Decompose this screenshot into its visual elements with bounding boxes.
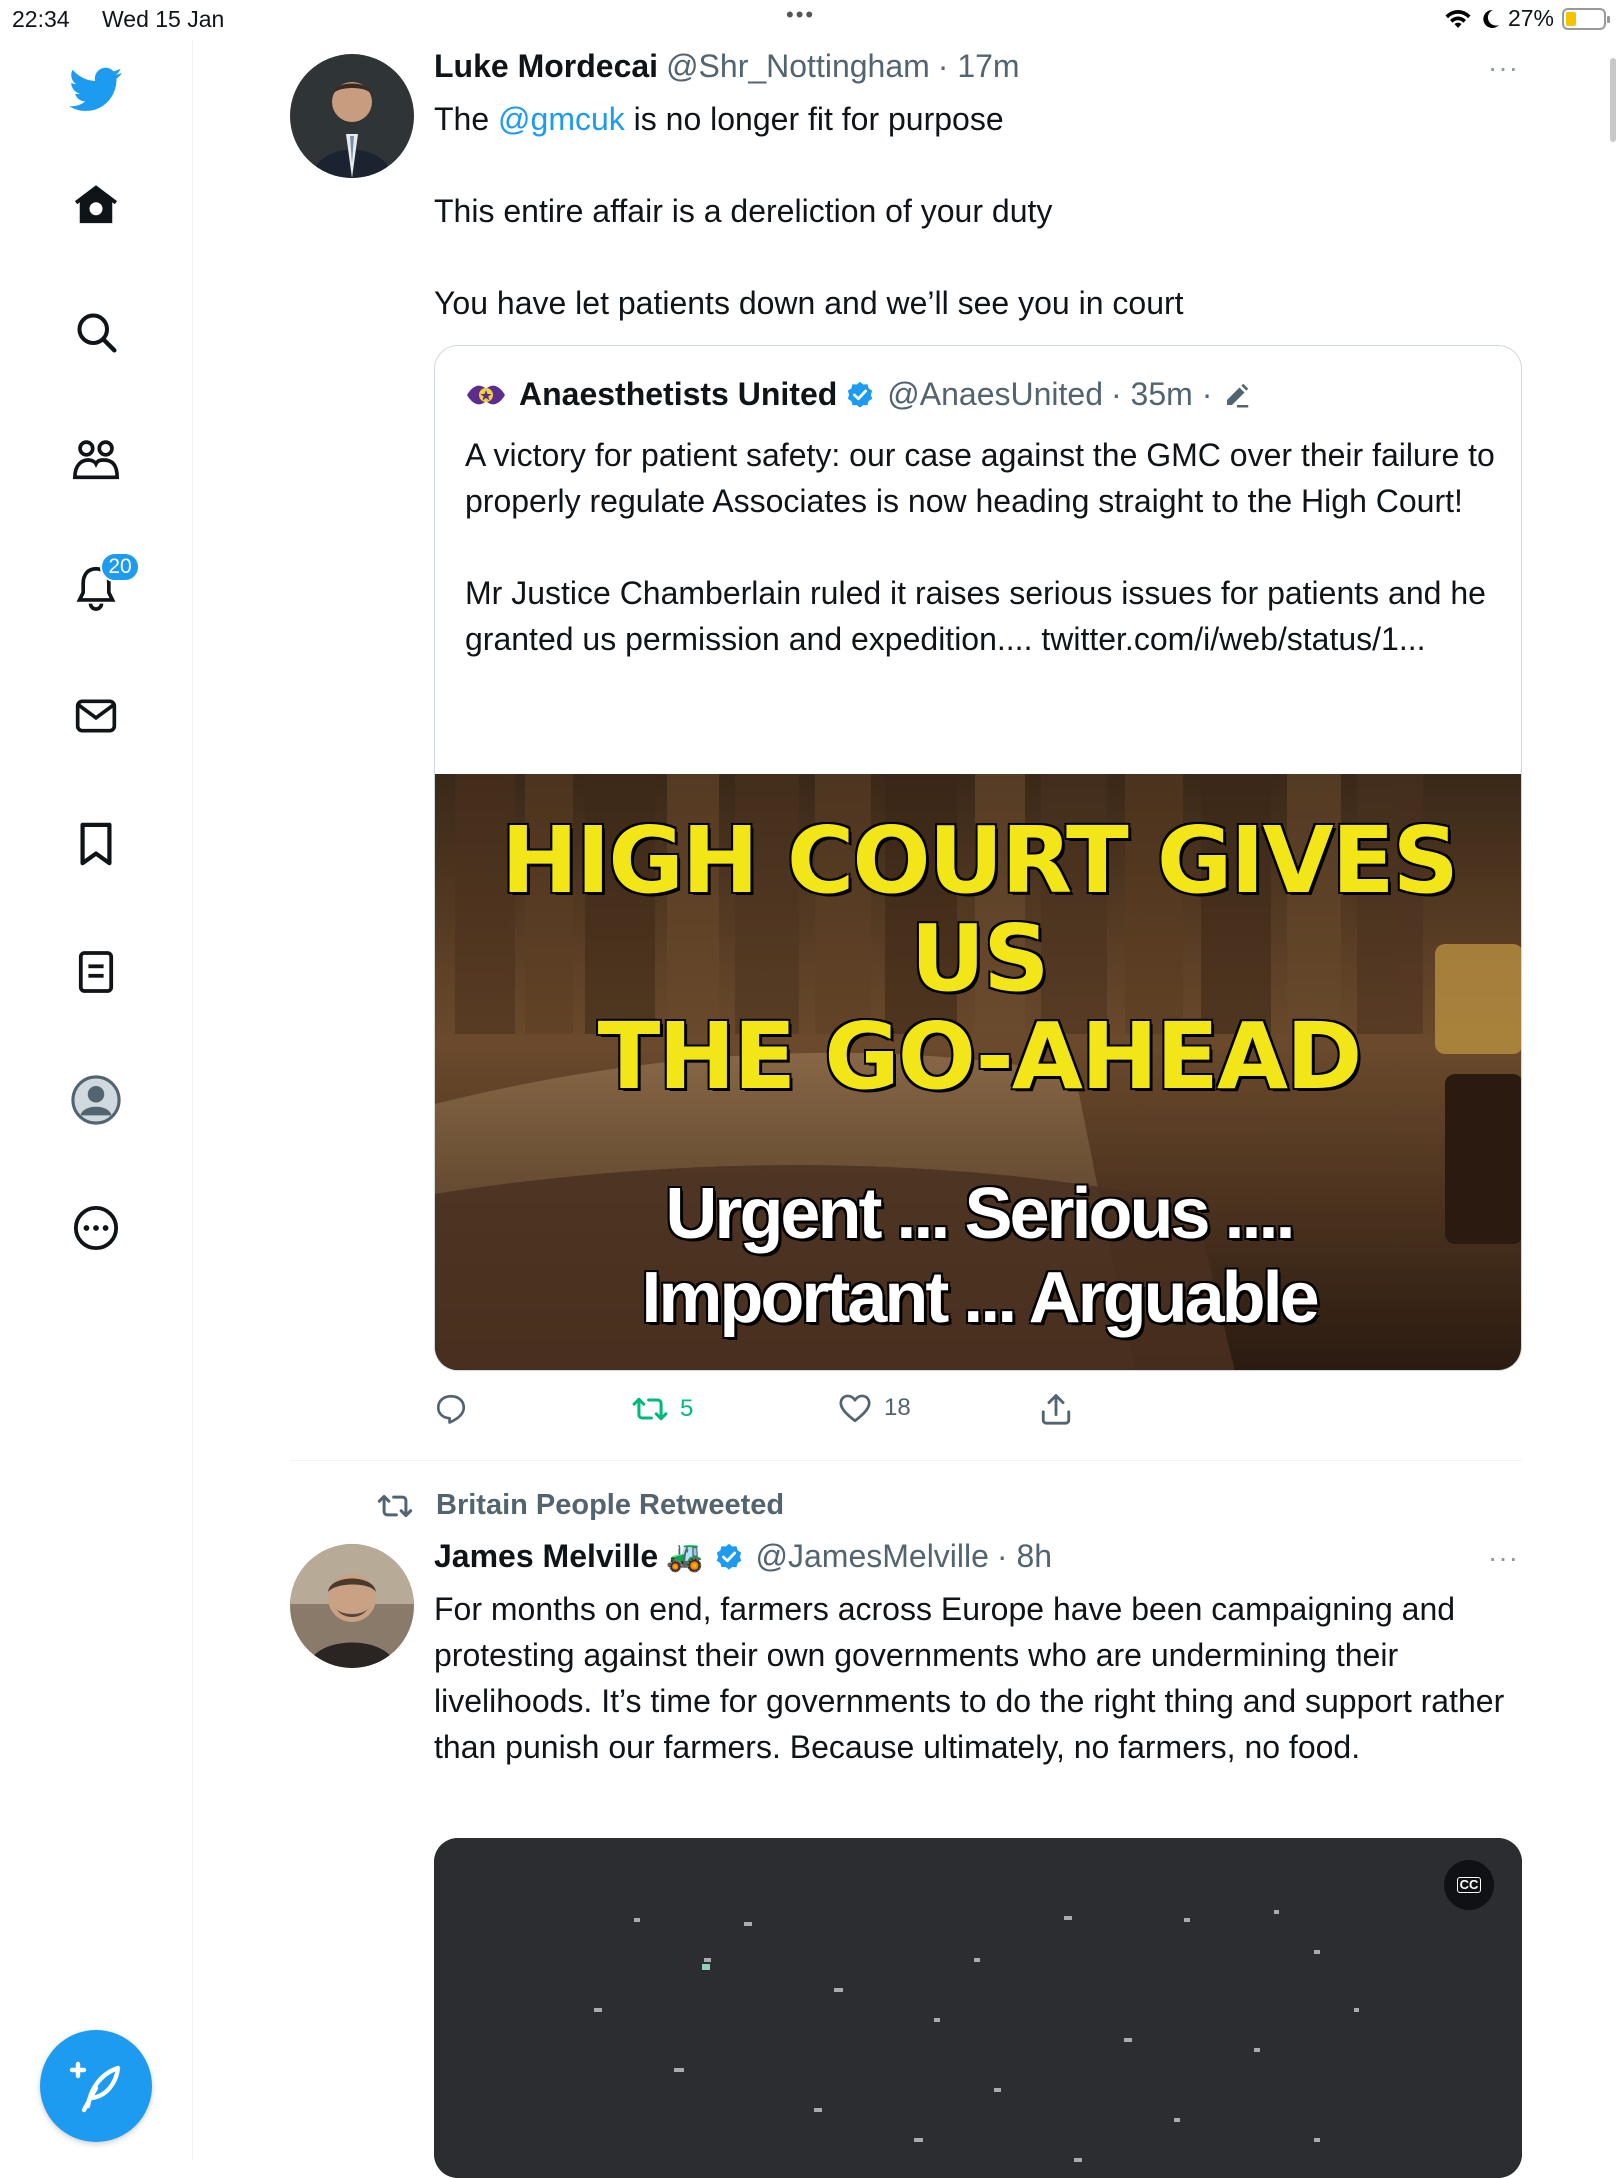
notifications-icon[interactable]: 20: [60, 552, 140, 624]
tweet1-author-name[interactable]: Luke Mordecai: [434, 48, 658, 85]
like-count: 18: [884, 1394, 911, 1421]
quote-avatar-icon[interactable]: [465, 377, 507, 413]
retweeted-by-text[interactable]: Britain People Retweeted: [436, 1489, 784, 1522]
tweet1-line3: You have let patients down and we’ll see…: [434, 285, 1184, 321]
tweet1-text-prefix: The: [434, 101, 499, 137]
lists-icon[interactable]: [60, 936, 132, 1008]
retweet-icon: [632, 1397, 668, 1421]
image-headline-line2: THE GO-AHEAD: [597, 1003, 1363, 1110]
tweet2-text: For months on end, farmers across Europe…: [434, 1591, 1505, 1765]
mention-gmcuk-link[interactable]: @gmcuk: [498, 101, 625, 137]
tweet1-author-handle[interactable]: @Shr_Nottingham: [666, 48, 930, 85]
quote-time[interactable]: · 35m ·: [1111, 376, 1212, 413]
tweet2-author-name[interactable]: James Melville: [434, 1538, 658, 1575]
profile-icon[interactable]: [60, 1064, 132, 1136]
quote-image[interactable]: HIGH COURT GIVES US THE GO-AHEAD Urgent …: [435, 774, 1521, 1370]
bookmarks-icon[interactable]: [60, 808, 132, 880]
avatar-james-melville[interactable]: [290, 1544, 414, 1668]
quote-para2: Mr Justice Chamberlain ruled it raises s…: [465, 575, 1486, 657]
tweet1-text: The @gmcuk is no longer fit for purpose …: [434, 96, 1524, 326]
status-date: Wed 15 Jan: [102, 6, 225, 32]
tweet2-time[interactable]: · 8h: [997, 1538, 1052, 1575]
status-time: 22:34: [12, 6, 70, 32]
heart-icon: [839, 1394, 871, 1423]
multitasking-dots[interactable]: •••: [786, 2, 815, 28]
tweet1-text-suffix: is no longer fit for purpose: [624, 101, 1004, 137]
quoted-tweet[interactable]: Anaesthetists United @AnaesUnited · 35m …: [434, 345, 1522, 1371]
tweet2-header: James Melville 🚜 @JamesMelville · 8h: [434, 1538, 1052, 1575]
search-icon[interactable]: [60, 296, 132, 368]
retweeted-by-line: Britain People Retweeted: [374, 1489, 784, 1522]
more-icon[interactable]: [60, 1192, 132, 1264]
retweet-count: 5: [680, 1395, 694, 1422]
quote-author-name[interactable]: Anaesthetists United: [519, 376, 837, 413]
image-headline-line1: HIGH COURT GIVES US: [501, 807, 1459, 1012]
reply-icon: [436, 1394, 466, 1424]
edited-pencil-icon[interactable]: [1222, 380, 1252, 410]
scrollbar[interactable]: [1610, 58, 1616, 142]
tractor-emoji-icon: 🚜: [666, 1540, 704, 1573]
battery-percent: 27%: [1507, 5, 1554, 31]
verified-badge-icon: [848, 381, 873, 408]
notification-badge: 20: [100, 552, 140, 582]
tweet2-author-handle[interactable]: @JamesMelville: [756, 1538, 989, 1575]
avatar-luke-mordecai[interactable]: [290, 54, 414, 178]
quote-author-handle[interactable]: @AnaesUnited: [887, 376, 1103, 413]
battery-icon: [1562, 7, 1610, 30]
sidebar: 20: [0, 40, 193, 2160]
image-headline: HIGH COURT GIVES US THE GO-AHEAD: [435, 807, 1521, 1110]
reply-button[interactable]: [434, 1392, 468, 1426]
tweet1-more-button[interactable]: ···: [1488, 52, 1519, 84]
captions-button[interactable]: CC: [1444, 1860, 1494, 1910]
verified-badge-icon: [716, 1543, 741, 1570]
twitter-logo-icon[interactable]: [60, 54, 132, 126]
image-subtitle-line2: Important ... Arguable: [641, 1258, 1319, 1338]
moon-icon: [1483, 9, 1499, 28]
retweet-button[interactable]: 5: [632, 1392, 693, 1426]
share-icon: [1041, 1394, 1071, 1425]
tweet2-more-button[interactable]: ···: [1488, 1542, 1519, 1574]
image-subtitle-line1: Urgent ... Serious ....: [665, 1174, 1295, 1254]
compose-icon: [69, 2061, 121, 2113]
tweet1-line2: This entire affair is a dereliction of y…: [434, 193, 1053, 229]
quote-para1: A victory for patient safety: our case a…: [465, 437, 1495, 519]
wifi-icon: [1445, 9, 1471, 28]
captions-icon: CC: [1456, 1877, 1482, 1893]
like-button[interactable]: 18: [838, 1392, 911, 1424]
compose-tweet-button[interactable]: [40, 2030, 152, 2142]
status-bar: 22:34 Wed 15 Jan ••• 27%: [0, 0, 1620, 40]
tweet-divider: [290, 1460, 1522, 1461]
home-icon[interactable]: [60, 168, 132, 240]
status-right: 27%: [1444, 5, 1610, 32]
tweet1-time[interactable]: · 17m: [938, 48, 1020, 85]
communities-icon[interactable]: [60, 424, 132, 496]
quote-header: Anaesthetists United @AnaesUnited · 35m …: [465, 376, 1252, 413]
retweet-icon: [377, 1494, 413, 1517]
image-subtitle: Urgent ... Serious .... Important ... Ar…: [435, 1172, 1521, 1340]
quote-text: A victory for patient safety: our case a…: [465, 432, 1505, 662]
tweet2-video[interactable]: CC: [434, 1838, 1522, 2178]
share-button[interactable]: [1040, 1392, 1072, 1426]
messages-icon[interactable]: [60, 680, 132, 752]
tweet1-header: Luke Mordecai @Shr_Nottingham · 17m: [434, 48, 1020, 85]
